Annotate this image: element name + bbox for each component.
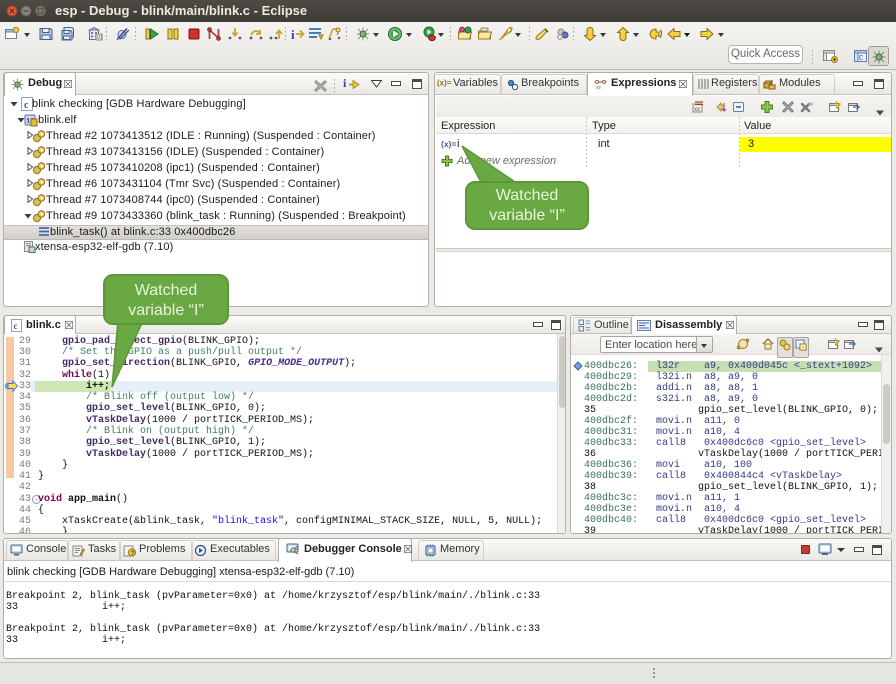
- svg-text:xx: xx: [694, 107, 700, 113]
- svg-text:?: ?: [131, 550, 135, 557]
- svg-text:c: c: [24, 100, 29, 111]
- svg-text:c: c: [14, 321, 18, 331]
- svg-text:i: i: [291, 27, 295, 42]
- svg-text:xy: xy: [595, 85, 602, 90]
- svg-text:01: 01: [97, 35, 103, 41]
- svg-text:C: C: [859, 55, 863, 63]
